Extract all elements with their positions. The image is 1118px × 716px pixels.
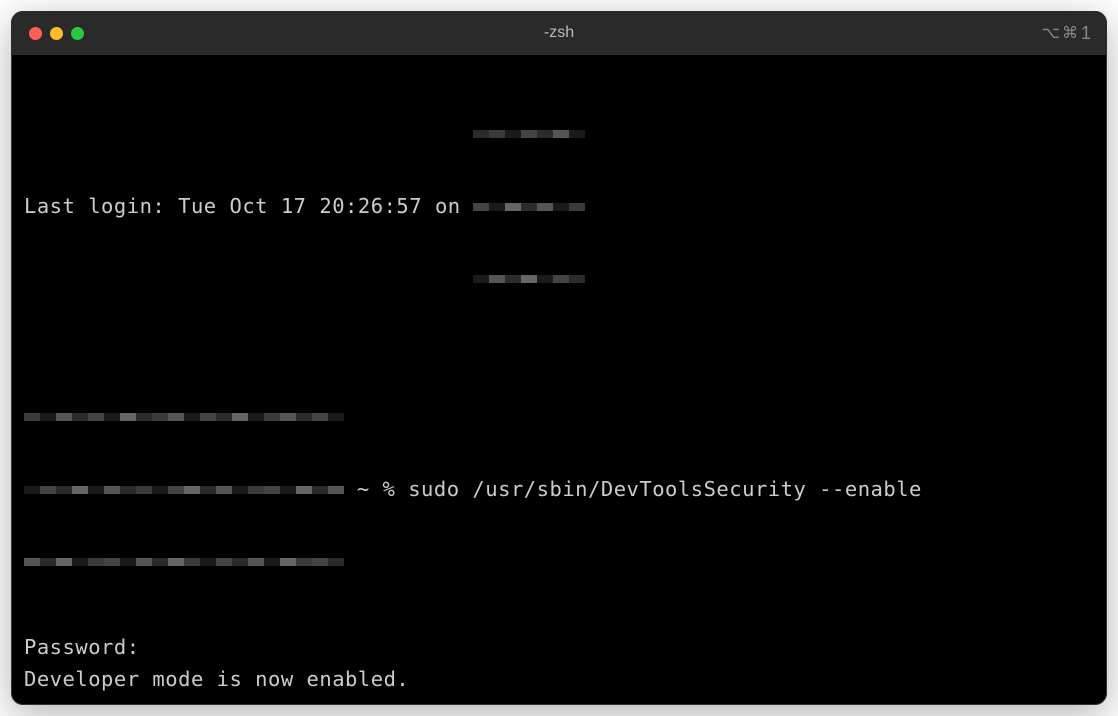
terminal-line-prompt: ~ % xyxy=(24,696,1094,705)
terminal-line-password: Password: xyxy=(24,631,1094,663)
window-title: -zsh xyxy=(544,24,574,42)
password-prompt: Password: xyxy=(24,631,140,663)
redacted-tty xyxy=(473,65,585,348)
shortcut-number: 1 xyxy=(1081,23,1091,44)
last-login-text: Last login: Tue Oct 17 20:26:57 on xyxy=(24,190,473,222)
prompt-symbol-1: ~ % xyxy=(344,473,408,505)
redacted-hostname-1 xyxy=(24,348,344,631)
terminal-line-output: Developer mode is now enabled. xyxy=(24,663,1094,695)
redacted-hostname-2 xyxy=(24,696,344,705)
close-button[interactable] xyxy=(29,27,42,40)
command-text: sudo /usr/sbin/DevToolsSecurity --enable xyxy=(408,473,922,505)
developer-mode-output: Developer mode is now enabled. xyxy=(24,663,409,695)
keyboard-shortcut-indicator: ⌥⌘1 xyxy=(1042,23,1091,44)
minimize-button[interactable] xyxy=(50,27,63,40)
terminal-line-command: ~ % sudo /usr/sbin/DevToolsSecurity --en… xyxy=(24,348,1094,631)
command-key-icon: ⌘ xyxy=(1062,23,1078,43)
titlebar[interactable]: -zsh ⌥⌘1 xyxy=(11,11,1107,55)
traffic-lights xyxy=(11,27,84,40)
terminal-line-last-login: Last login: Tue Oct 17 20:26:57 on xyxy=(24,65,1094,348)
maximize-button[interactable] xyxy=(71,27,84,40)
option-key-icon: ⌥ xyxy=(1042,23,1060,43)
terminal-window: -zsh ⌥⌘1 Last login: Tue Oct 17 20:26:57… xyxy=(11,11,1107,705)
terminal-content-area[interactable]: Last login: Tue Oct 17 20:26:57 on xyxy=(11,55,1107,705)
